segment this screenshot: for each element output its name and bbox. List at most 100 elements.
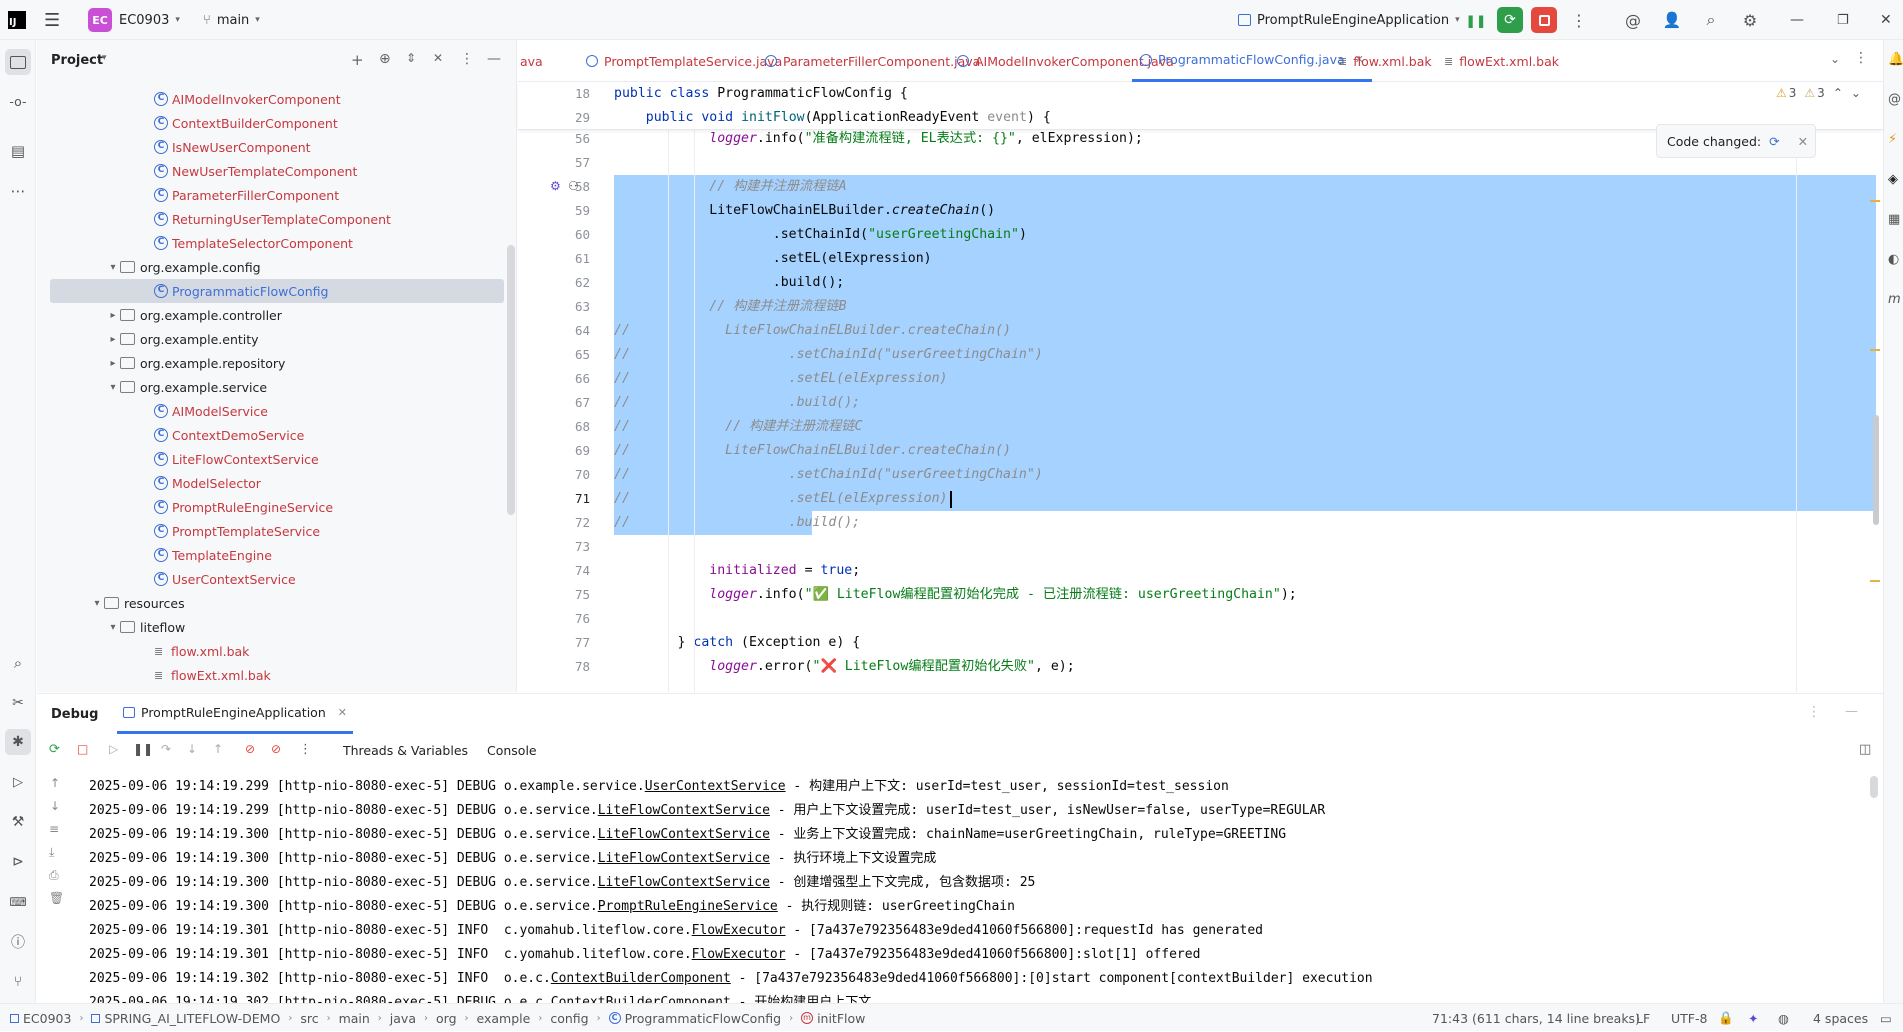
breadcrumb-item[interactable]: org (436, 1011, 457, 1026)
caret-position[interactable]: 71:43 (611 chars, 14 line breaks) (1432, 1004, 1640, 1032)
tree-item[interactable]: ≣ flowExt.xml.bak (37, 663, 507, 687)
git-tool-button[interactable]: ⑂ (5, 969, 31, 995)
notifications-icon[interactable]: 🔔 (1888, 52, 1903, 67)
more-vertical-icon[interactable]: ⋮ (299, 742, 312, 757)
collapse-all-icon[interactable]: ✕ (433, 51, 443, 65)
chevron-right-icon[interactable]: ▸ (106, 310, 120, 321)
app-logo[interactable]: IJ (8, 0, 26, 40)
console-line[interactable]: 2025-09-06 19:14:19.299 [http-nio-8080-e… (89, 775, 1229, 799)
step-out-icon[interactable]: ↑ (213, 742, 223, 756)
lightning-icon[interactable]: ⚡ (1888, 132, 1897, 147)
code-with-me-button[interactable]: 👤 (1659, 7, 1685, 33)
code-line[interactable]: 73 (518, 535, 1878, 559)
console-line[interactable]: 2025-09-06 19:14:19.300 [http-nio-8080-e… (89, 895, 1015, 919)
power-save-icon[interactable]: ◍ (1778, 1004, 1789, 1032)
code-line[interactable]: 61 .setEL(elExpression) (518, 247, 1878, 271)
tab-console[interactable]: Console (487, 743, 537, 758)
code-line[interactable]: 67 // .build(); (518, 391, 1878, 415)
tree-item[interactable]: C AIModelInvokerComponent (37, 87, 507, 111)
breadcrumb-item[interactable]: SPRING_AI_LITEFLOW-DEMO (91, 1011, 280, 1026)
tree-item[interactable]: ▾ liteflow (37, 615, 507, 639)
console-line[interactable]: 2025-09-06 19:14:19.301 [http-nio-8080-e… (89, 919, 1263, 943)
build-tool-button[interactable]: ✂ (5, 690, 31, 716)
sticky-line[interactable]: 18 public class ProgrammaticFlowConfig { (518, 82, 1878, 106)
tree-item[interactable]: ▾ resources (37, 591, 507, 615)
tree-item[interactable]: ≣ flow.xml.bak (37, 639, 507, 663)
file-encoding[interactable]: UTF-8 (1671, 1004, 1707, 1032)
ai-assistant-button[interactable]: @ (1620, 7, 1646, 33)
structure-tool-button[interactable]: ▤ (5, 138, 31, 164)
copilot-icon[interactable]: ◈ (1888, 172, 1898, 187)
console-line[interactable]: 2025-09-06 19:14:19.300 [http-nio-8080-e… (89, 823, 1286, 847)
expand-all-icon[interactable]: ⇕ (406, 51, 416, 65)
chevron-down-icon[interactable]: ▾ (106, 382, 120, 393)
editor-tab[interactable]: ≣ flow.xml.bak (1330, 40, 1440, 82)
memory-indicator-icon[interactable]: ▭ (1880, 1004, 1892, 1032)
resume-icon[interactable]: ▷ (109, 742, 118, 756)
debug-gutter-icon[interactable]: ⚇ (568, 179, 579, 193)
code-line[interactable]: 75 logger.info("✅ LiteFlow编程配置初始化完成 - 已注… (518, 583, 1878, 607)
console-line[interactable]: 2025-09-06 19:14:19.301 [http-nio-8080-e… (89, 943, 1200, 967)
debug-tool-button[interactable]: ✱ (5, 729, 31, 755)
code-line[interactable]: 66 // .setEL(elExpression) (518, 367, 1878, 391)
stop-button[interactable] (1531, 7, 1557, 33)
ai-chat-icon[interactable]: @ (1888, 92, 1901, 107)
tree-item[interactable]: C ReturningUserTemplateComponent (37, 207, 507, 231)
database-icon[interactable]: ▦ (1888, 212, 1900, 227)
run-config-selector[interactable]: PromptRuleEngineApplication ▾ (1238, 0, 1460, 40)
chevron-right-icon[interactable]: ▸ (106, 358, 120, 369)
breadcrumb-item[interactable]: example (477, 1011, 531, 1026)
console-line[interactable]: 2025-09-06 19:14:19.299 [http-nio-8080-e… (89, 799, 1325, 823)
tree-item[interactable]: C IsNewUserComponent (37, 135, 507, 159)
chevron-down-icon[interactable]: ⌄ (1851, 86, 1861, 100)
mute-breakpoints-icon[interactable]: ⊘ (271, 742, 281, 756)
readonly-lock-icon[interactable]: 🔒 (1718, 1004, 1734, 1032)
tree-item[interactable]: C ContextDemoService (37, 423, 507, 447)
breadcrumb-item[interactable]: C ProgrammaticFlowConfig (608, 1011, 781, 1026)
tree-item[interactable]: C NewUserTemplateComponent (37, 159, 507, 183)
more-actions-button[interactable]: ⋮ (1566, 7, 1592, 33)
layout-icon[interactable]: ◫ (1859, 742, 1871, 757)
rerun-button[interactable]: ⟳ (1497, 7, 1523, 33)
code-line[interactable]: 78 logger.error("❌ LiteFlow编程配置初始化失败", e… (518, 655, 1878, 679)
breadcrumb-item[interactable]: m initFlow (801, 1011, 865, 1026)
hide-panel-icon[interactable]: — (487, 51, 501, 67)
inspections-widget[interactable]: ⚠ 3 ⚠ 3 ⌃ ⌄ (1776, 86, 1861, 100)
tree-item[interactable]: C ContextBuilderComponent (37, 111, 507, 135)
more-vertical-icon[interactable]: ⋮ (1807, 704, 1821, 720)
tree-item[interactable]: C ParameterFillerComponent (37, 183, 507, 207)
breadcrumb-item[interactable]: main (339, 1011, 370, 1026)
tree-item[interactable]: ▾ org.example.service (37, 375, 507, 399)
hide-panel-icon[interactable]: — (1845, 704, 1858, 719)
console-line[interactable]: 2025-09-06 19:14:19.302 [http-nio-8080-e… (89, 967, 1373, 991)
stop-icon[interactable]: □ (77, 742, 88, 756)
tree-item[interactable]: C ModelSelector (37, 471, 507, 495)
project-tool-button[interactable] (5, 49, 31, 75)
chevron-down-icon[interactable]: ▾ (90, 598, 104, 609)
code-line[interactable]: 62 .build(); (518, 271, 1878, 295)
chevron-down-icon[interactable]: ▾ (102, 53, 107, 63)
branch-selector[interactable]: ⑂ main ▾ (203, 0, 260, 40)
chevron-down-icon[interactable]: ▾ (106, 622, 120, 633)
code-line[interactable]: 60 .setChainId("userGreetingChain") (518, 223, 1878, 247)
close-window-button[interactable]: ✕ (1880, 0, 1892, 40)
editor-scrollbar[interactable] (1868, 130, 1880, 690)
tree-item[interactable]: C LiteFlowContextService (37, 447, 507, 471)
arrow-down-icon[interactable]: ↓ (50, 799, 60, 813)
trash-icon[interactable]: 🗑 (49, 891, 64, 905)
tree-item[interactable]: C PromptRuleEngineService (37, 495, 507, 519)
build-hammer-button[interactable]: ⚒ (5, 809, 31, 835)
tree-item[interactable]: C TemplateEngine (37, 543, 507, 567)
find-tool-button[interactable]: ⌕ (5, 650, 31, 676)
new-file-icon[interactable]: + (351, 51, 364, 69)
console-line[interactable]: 2025-09-06 19:14:19.300 [http-nio-8080-e… (89, 847, 936, 871)
search-everywhere-button[interactable]: ⌕ (1698, 7, 1724, 33)
pause-button[interactable]: ❚❚ (1463, 7, 1489, 33)
code-line[interactable]: 58 ⚙ ⚇ // 构建并注册流程链A (518, 175, 1878, 199)
maximize-button[interactable]: ❐ (1837, 0, 1849, 40)
tree-item[interactable]: C ProgrammaticFlowConfig (50, 279, 504, 303)
problems-tool-button[interactable]: ⓘ (5, 929, 31, 955)
arrow-up-icon[interactable]: ↑ (50, 776, 60, 790)
maven-icon[interactable]: m (1888, 292, 1901, 307)
indent-setting[interactable]: 4 spaces (1813, 1004, 1868, 1032)
